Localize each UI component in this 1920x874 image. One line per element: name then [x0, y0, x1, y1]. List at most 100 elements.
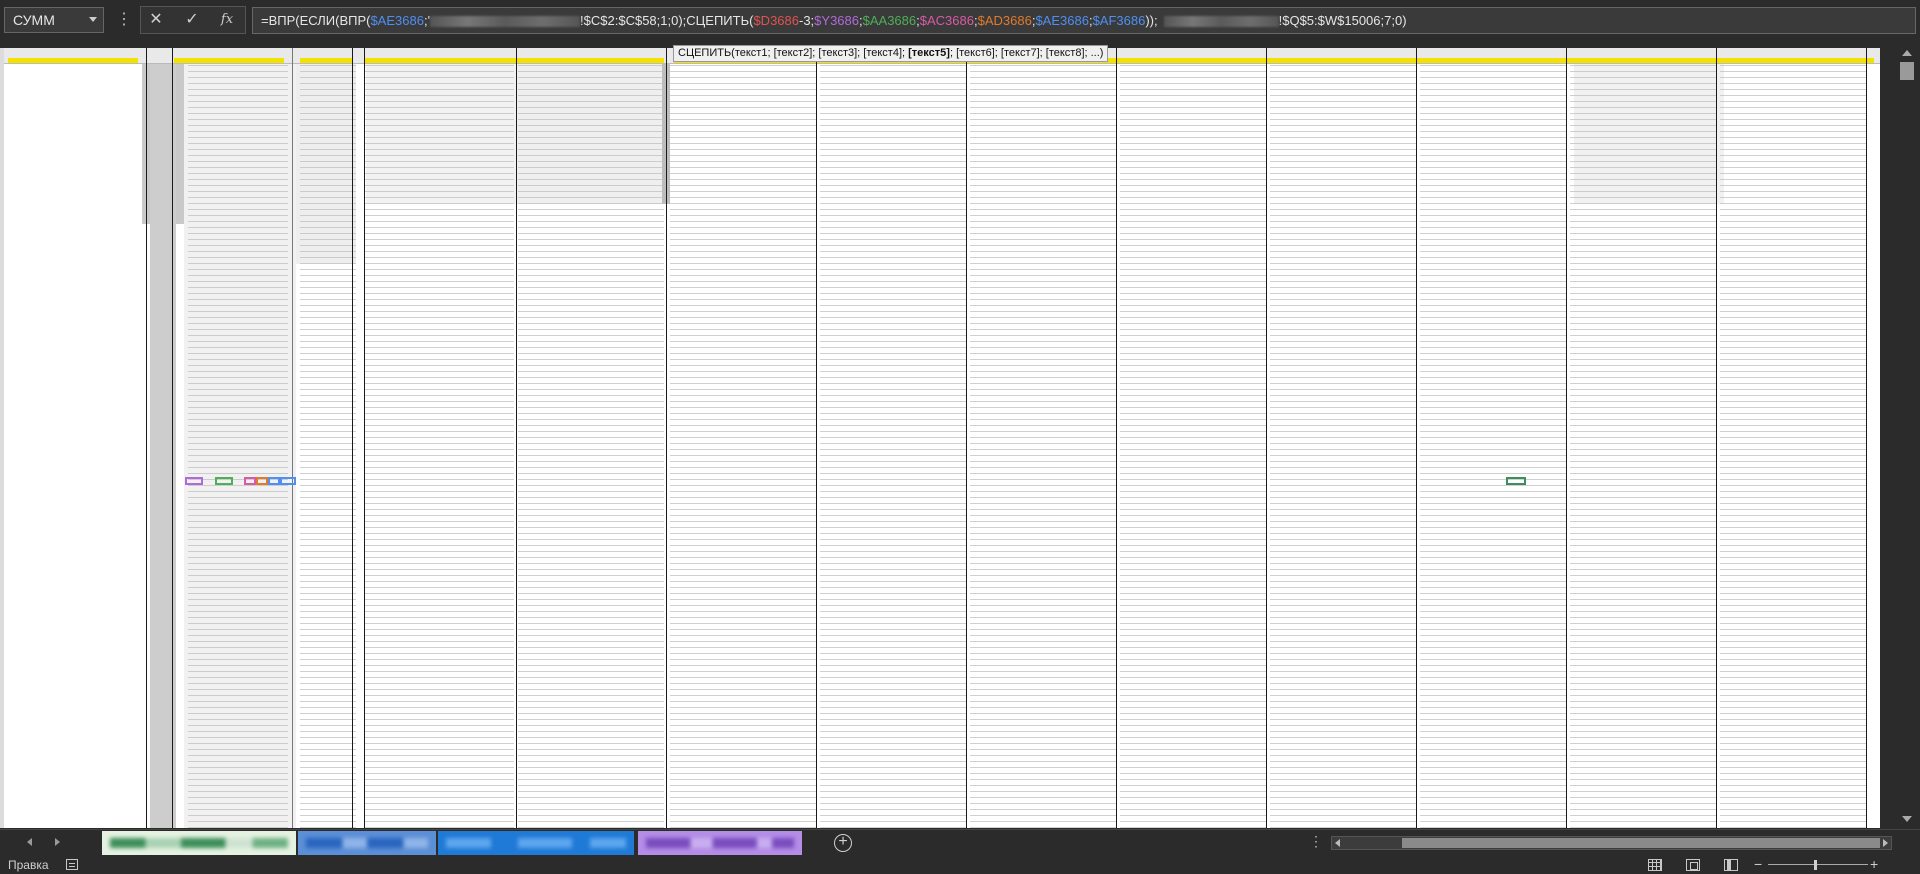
formula-ref: $AE3686 — [1035, 13, 1089, 28]
scroll-thumb[interactable] — [1900, 62, 1914, 80]
reference-marker — [256, 477, 268, 485]
cancel-icon[interactable]: ✕ — [141, 7, 171, 33]
sheet-tab[interactable] — [102, 831, 296, 855]
worksheet-grid[interactable] — [4, 48, 1880, 828]
redacted-sheet-name — [306, 838, 428, 848]
normal-view-icon[interactable] — [1648, 859, 1662, 871]
tooltip-text: ; [текст6]; [текст7]; [текст8]; ...) — [949, 47, 1104, 59]
zoom-out-icon[interactable]: − — [1754, 857, 1762, 871]
column-divider — [816, 48, 817, 828]
data-column — [188, 64, 288, 828]
scroll-right-icon[interactable] — [1883, 839, 1888, 847]
column-divider — [364, 48, 365, 828]
reference-marker — [244, 477, 256, 485]
column-divider — [146, 48, 147, 828]
reference-marker — [215, 477, 233, 485]
column-divider — [1416, 48, 1417, 828]
status-bar: Правка − + — [0, 856, 1920, 874]
sheet-tab[interactable] — [298, 831, 436, 855]
scroll-thumb[interactable] — [1402, 838, 1880, 848]
zoom-slider[interactable] — [1768, 864, 1868, 865]
zoom-in-icon[interactable]: + — [1870, 857, 1878, 871]
empty-column — [4, 64, 144, 828]
zoom-slider-thumb[interactable] — [1814, 860, 1817, 870]
column-divider — [1266, 48, 1267, 828]
column-divider — [292, 48, 293, 828]
formula-ref: $AA3686 — [862, 13, 917, 28]
scroll-up-icon[interactable] — [1902, 50, 1912, 56]
redacted-sheet-name — [646, 838, 794, 848]
scroll-down-icon[interactable] — [1902, 816, 1912, 822]
formula-ref: $AF3686 — [1092, 13, 1146, 28]
status-mode: Правка — [8, 858, 49, 872]
chevron-left-icon[interactable] — [27, 838, 32, 846]
macro-recording-icon[interactable] — [66, 859, 78, 870]
chevron-right-icon[interactable] — [55, 838, 60, 846]
name-box-value: СУММ — [13, 12, 55, 28]
vertical-scrollbar[interactable] — [1896, 48, 1918, 828]
column-divider — [666, 48, 667, 828]
sheet-tab[interactable] — [638, 831, 802, 855]
header-highlight — [364, 58, 664, 63]
formula-text: =ВПР(ЕСЛИ(ВПР( — [261, 13, 371, 28]
column-divider — [352, 48, 353, 828]
page-break-view-icon[interactable] — [1724, 859, 1738, 871]
column-divider — [1566, 48, 1567, 828]
header-highlight — [174, 58, 284, 63]
vertical-dots-icon[interactable]: ⋮ — [116, 10, 132, 30]
data-column — [1570, 64, 1716, 828]
data-column — [364, 64, 514, 828]
redacted-sheet-name — [446, 838, 626, 848]
redacted-sheet-name — [110, 838, 288, 848]
formula-ref: $AE3686 — [370, 13, 424, 28]
column-divider — [1716, 48, 1717, 828]
data-column — [1270, 64, 1416, 828]
column-divider — [966, 48, 967, 828]
page-layout-view-icon[interactable] — [1686, 859, 1700, 871]
formula-ref: $AC3686 — [919, 13, 974, 28]
active-cell[interactable] — [1506, 477, 1526, 485]
tooltip-text: СЦЕПИТЬ(текст1; [текст2]; [текст3]; [тек… — [678, 47, 909, 59]
data-column — [518, 64, 664, 828]
data-column — [1120, 64, 1266, 828]
insert-function-icon[interactable]: fx — [212, 7, 242, 33]
formula-ref: $D3686 — [753, 13, 799, 28]
data-column — [970, 64, 1116, 828]
data-column — [820, 64, 966, 828]
reference-marker — [268, 477, 280, 485]
reference-marker — [280, 477, 296, 485]
formula-text: )); — [1145, 13, 1158, 28]
formula-ref: $AD3686 — [977, 13, 1032, 28]
formula-text: !$Q$5:$W$15006;7;0) — [1278, 13, 1407, 28]
chevron-down-icon[interactable] — [89, 17, 97, 22]
check-icon[interactable]: ✓ — [177, 7, 207, 33]
data-column — [1420, 64, 1566, 828]
header-highlight — [300, 58, 352, 63]
function-tooltip[interactable]: СЦЕПИТЬ(текст1; [текст2]; [текст3]; [тек… — [673, 45, 1109, 62]
formula-input[interactable]: =ВПР(ЕСЛИ(ВПР($AE3686;' !$C$2:$C$58;1;0);… — [252, 7, 1916, 34]
add-sheet-icon[interactable]: + — [834, 834, 852, 852]
redacted-sheet-name — [430, 16, 581, 28]
data-column — [1720, 64, 1866, 828]
column-divider — [172, 48, 173, 828]
formula-ref: $Y3686 — [814, 13, 859, 28]
header-highlight — [8, 58, 138, 63]
excel-window: СУММ ⋮ ✕ ✓ fx =ВПР(ЕСЛИ(ВПР($AE3686;' !$C… — [0, 0, 1920, 874]
sheet-tabs-bar: + ⋮ — [0, 829, 1920, 856]
column-divider — [1116, 48, 1117, 828]
formula-bar: СУММ ⋮ ✕ ✓ fx =ВПР(ЕСЛИ(ВПР($AE3686;' !$C… — [0, 0, 1920, 40]
data-column — [670, 64, 816, 828]
column-divider — [516, 48, 517, 828]
scroll-left-icon[interactable] — [1335, 839, 1340, 847]
sheet-tab-active[interactable] — [438, 831, 634, 855]
formula-text: -3; — [799, 13, 815, 28]
formula-text: !$C$2:$C$58;1;0);СЦЕПИТЬ( — [580, 13, 754, 28]
reference-marker — [185, 477, 203, 485]
vertical-dots-icon[interactable]: ⋮ — [1309, 833, 1323, 850]
redacted-sheet-name — [1163, 16, 1279, 28]
horizontal-scrollbar[interactable] — [1331, 836, 1892, 850]
data-column — [300, 64, 356, 828]
name-box[interactable]: СУММ — [4, 7, 104, 33]
tooltip-current-arg: [текст5] — [908, 47, 950, 59]
column-divider — [1866, 48, 1867, 828]
